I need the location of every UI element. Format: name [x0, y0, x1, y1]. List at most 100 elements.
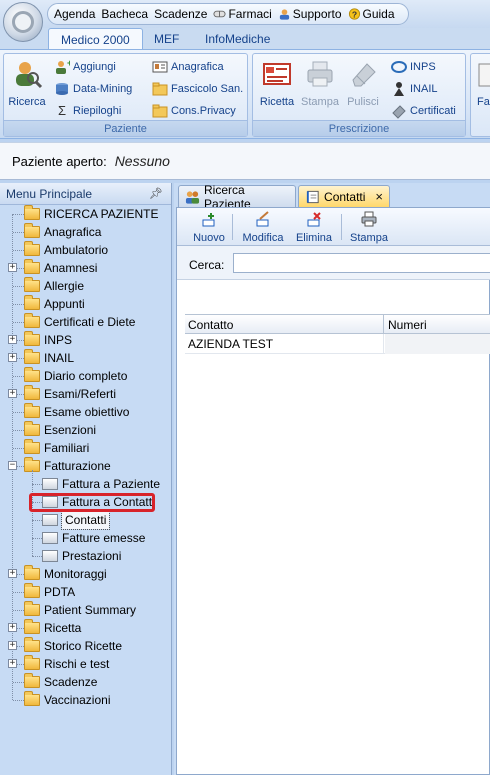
- pulisci-button[interactable]: Pulisci: [343, 58, 383, 108]
- privacy-button[interactable]: Cons.Privacy: [152, 101, 236, 121]
- aggiungi-button[interactable]: + Aggiungi: [54, 57, 116, 77]
- main-menu-tree: RICERCA PAZIENTE Anagrafica Ambulatorio Ana…: [0, 205, 172, 775]
- anagrafica-button[interactable]: Anagrafica: [152, 57, 224, 77]
- sidebar-item-patient-summary[interactable]: Patient Summary: [24, 601, 136, 619]
- close-icon[interactable]: ×: [375, 189, 383, 204]
- modifica-button[interactable]: Modifica: [239, 211, 287, 244]
- database-icon: [56, 83, 68, 95]
- main-menu-header: Menu Principale 📌︎: [0, 183, 171, 205]
- quick-access-bar: Agenda Bacheca Scadenze Farmaci Supporto…: [0, 0, 490, 42]
- expand-icon[interactable]: +: [8, 623, 17, 632]
- data-mining-button[interactable]: Data-Mining: [54, 79, 132, 99]
- contatti-panel: Nuovo Modifica Elimina Stampa Cerca: Con…: [176, 207, 490, 775]
- sidebar-item-prestazioni[interactable]: Prestazioni: [42, 547, 121, 565]
- tab-contatti[interactable]: Contatti ×: [298, 185, 390, 207]
- ricetta-button[interactable]: Ricetta: [257, 58, 297, 108]
- expand-icon[interactable]: +: [8, 263, 17, 272]
- sidebar-item-label: Esenzioni: [44, 423, 97, 437]
- folder-icon: [24, 565, 40, 580]
- quick-menu-bacheca[interactable]: Bacheca: [101, 7, 148, 21]
- sidebar-item-appunti[interactable]: Appunti: [24, 295, 85, 313]
- sidebar-item-monitoraggi[interactable]: Monitoraggi: [24, 565, 107, 583]
- column-header-contatto[interactable]: Contatto: [185, 315, 384, 335]
- sidebar-item-ambulatorio[interactable]: Ambulatorio: [24, 241, 108, 259]
- sidebar-item-ricerca-paziente[interactable]: RICERCA PAZIENTE: [24, 205, 158, 223]
- folder-icon: [24, 583, 40, 598]
- tab-medico-2000[interactable]: Medico 2000: [48, 28, 143, 50]
- sidebar-item-pdta[interactable]: PDTA: [24, 583, 75, 601]
- tab-ricerca-paziente[interactable]: Ricerca Paziente: [178, 183, 296, 211]
- expand-icon[interactable]: +: [8, 389, 17, 398]
- expand-icon[interactable]: +: [8, 569, 17, 578]
- expand-icon[interactable]: +: [8, 353, 17, 362]
- folder-icon: [24, 241, 40, 256]
- group-label-paziente: Paziente: [4, 120, 247, 136]
- sidebar-item-fatturazione[interactable]: Fatturazione: [24, 457, 111, 475]
- sidebar-item-esenzioni[interactable]: Esenzioni: [24, 421, 96, 439]
- quick-menu-farmaci[interactable]: Farmaci: [213, 7, 272, 21]
- stampa-ricetta-button[interactable]: Stampa: [299, 58, 341, 108]
- notebook-icon: [306, 190, 319, 203]
- quick-menu-guida[interactable]: ? Guida: [348, 7, 395, 21]
- inail-button[interactable]: INAIL: [391, 79, 438, 99]
- sidebar-item-diario-completo[interactable]: Diario completo: [24, 367, 127, 385]
- sidebar-item-ricetta[interactable]: Ricetta: [24, 619, 81, 637]
- nuovo-button[interactable]: Nuovo: [189, 211, 229, 244]
- sidebar-item-label: Certificati e Diete: [44, 315, 136, 329]
- sidebar-item-label: Vaccinazioni: [44, 693, 111, 707]
- sidebar-item-rischi-e-test[interactable]: Rischi e test: [24, 655, 109, 673]
- fascicolo-button[interactable]: Fascicolo San.: [152, 79, 243, 99]
- sidebar-item-storico-ricette[interactable]: Storico Ricette: [24, 637, 122, 655]
- sidebar-item-inps[interactable]: INPS: [24, 331, 72, 349]
- app-logo-icon: [12, 11, 34, 33]
- sidebar-item-contatti[interactable]: Contatti: [42, 510, 111, 530]
- collapse-icon[interactable]: −: [8, 461, 17, 470]
- folder-icon: [24, 421, 40, 436]
- partial-icon: [478, 63, 490, 87]
- column-header-numeri[interactable]: Numeri: [385, 315, 490, 335]
- expand-icon[interactable]: +: [8, 641, 17, 650]
- sidebar-item-scadenze[interactable]: Scadenze: [24, 673, 97, 691]
- pin-icon[interactable]: 📌︎: [149, 183, 163, 205]
- ricerca-button[interactable]: Ricerca: [8, 58, 46, 108]
- contacts-grid: Contatto Numeri AZIENDA TEST: [185, 314, 490, 354]
- tab-infomediche[interactable]: InfoMediche: [193, 28, 282, 50]
- sidebar-item-fattura-a-paziente[interactable]: Fattura a Paziente: [42, 475, 160, 493]
- sidebar-item-allergie[interactable]: Allergie: [24, 277, 84, 295]
- inps-button[interactable]: INPS: [391, 57, 436, 77]
- inail-label: INAIL: [410, 83, 438, 95]
- partial-button[interactable]: Fa: [471, 58, 490, 108]
- sidebar-item-fatture-emesse[interactable]: Fatture emesse: [42, 529, 145, 547]
- application-menu-button[interactable]: [3, 2, 43, 42]
- ricetta-label: Ricetta: [259, 96, 295, 108]
- folder-icon: [24, 313, 40, 328]
- sidebar-item-inail[interactable]: INAIL: [24, 349, 74, 367]
- folder-icon: [152, 82, 168, 96]
- expand-icon[interactable]: +: [8, 335, 17, 344]
- sidebar-item-esami-referti[interactable]: Esami/Referti: [24, 385, 116, 403]
- sidebar-item-anagrafica[interactable]: Anagrafica: [24, 223, 101, 241]
- stampa-button[interactable]: Stampa: [347, 211, 391, 244]
- table-row[interactable]: AZIENDA TEST: [185, 334, 490, 354]
- quick-menu-agenda[interactable]: Agenda: [54, 7, 95, 21]
- search-input[interactable]: [233, 253, 490, 273]
- quick-menu-scadenze[interactable]: Scadenze: [154, 7, 207, 21]
- sidebar-item-familiari[interactable]: Familiari: [24, 439, 89, 457]
- tab-mef[interactable]: MEF: [142, 28, 191, 50]
- highlight-annotation: [29, 493, 155, 512]
- expand-icon[interactable]: +: [8, 659, 17, 668]
- search-person-icon: [16, 62, 43, 89]
- riepiloghi-button[interactable]: Σ Riepiloghi: [54, 101, 121, 121]
- tree-connector: [13, 412, 24, 413]
- sidebar-item-esame-obiettivo[interactable]: Esame obiettivo: [24, 403, 129, 421]
- certificati-button[interactable]: Certificati: [391, 101, 456, 121]
- elimina-button[interactable]: Elimina: [293, 211, 335, 244]
- printer-icon: [361, 211, 377, 227]
- sidebar-item-vaccinazioni[interactable]: Vaccinazioni: [24, 691, 110, 709]
- sidebar-item-certificati-e-diete[interactable]: Certificati e Diete: [24, 313, 135, 331]
- sidebar-item-anamnesi[interactable]: Anamnesi: [24, 259, 97, 277]
- cell-contatto: AZIENDA TEST: [185, 334, 384, 354]
- people-icon: [185, 190, 200, 204]
- group-paziente: Ricerca + Aggiungi Data-Mining Σ Riepilo…: [3, 53, 248, 137]
- quick-menu-supporto[interactable]: Supporto: [278, 7, 342, 21]
